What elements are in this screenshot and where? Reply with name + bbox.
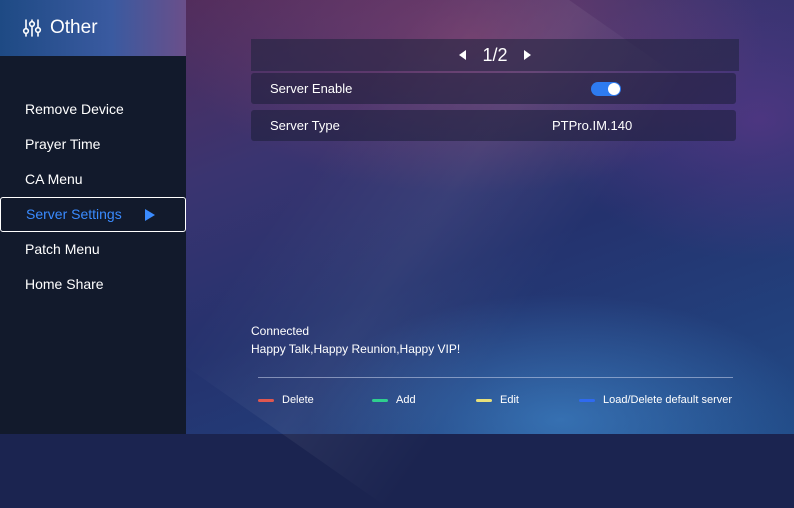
sidebar-item-label: Patch Menu [25, 241, 100, 257]
sidebar-item-label: Home Share [25, 276, 104, 292]
red-key-icon [258, 398, 274, 402]
legend-label: Add [396, 394, 416, 406]
sidebar-header: Other [0, 0, 186, 56]
connection-status: Connected Happy Talk,Happy Reunion,Happy… [251, 322, 460, 358]
server-enable-row[interactable]: Server Enable [251, 73, 736, 104]
sidebar-item-label: Remove Device [25, 101, 124, 117]
sidebar-item-prayer-time[interactable]: Prayer Time [0, 127, 186, 162]
legend-delete: Delete [258, 393, 314, 407]
legend-label: Delete [282, 394, 314, 406]
sidebar: Other Remove Device Prayer Time CA Menu … [0, 0, 186, 434]
sidebar-item-remove-device[interactable]: Remove Device [0, 92, 186, 127]
page-indicator: 1/2 [482, 44, 508, 65]
server-type-value: PTPro.IM.140 [552, 118, 633, 133]
sidebar-item-patch-menu[interactable]: Patch Menu [0, 232, 186, 267]
divider [258, 377, 733, 378]
sidebar-item-label: Prayer Time [25, 136, 101, 152]
toggle-knob [608, 83, 620, 95]
legend-add: Add [372, 393, 416, 407]
sidebar-item-label: Server Settings [26, 206, 122, 222]
sidebar-item-home-share[interactable]: Home Share [0, 267, 186, 302]
legend-label: Load/Delete default server [603, 394, 733, 406]
page-navigator: 1/2 [251, 39, 739, 71]
green-key-icon [372, 398, 388, 402]
status-line-connected: Connected [251, 324, 310, 338]
legend-edit: Edit [476, 393, 519, 407]
play-arrow-icon [145, 209, 155, 221]
sidebar-item-label: CA Menu [25, 171, 83, 187]
legend-load-delete-default: Load/Delete default server [579, 393, 732, 407]
server-enable-label: Server Enable [270, 81, 353, 96]
status-line-message: Happy Talk,Happy Reunion,Happy VIP! [251, 342, 461, 356]
server-type-label: Server Type [270, 118, 340, 133]
sidebar-title: Other [50, 17, 98, 38]
sliders-icon [22, 19, 42, 37]
sidebar-item-ca-menu[interactable]: CA Menu [0, 162, 186, 197]
previous-page-icon[interactable] [459, 50, 467, 60]
sidebar-item-server-settings[interactable]: Server Settings [0, 197, 186, 232]
next-page-icon[interactable] [523, 50, 531, 60]
server-enable-toggle[interactable] [591, 82, 621, 96]
legend-label: Edit [500, 394, 519, 406]
server-type-row[interactable]: Server Type PTPro.IM.140 [251, 110, 736, 141]
blue-key-icon [579, 398, 595, 402]
sidebar-menu: Remove Device Prayer Time CA Menu Server… [0, 92, 186, 302]
yellow-key-icon [476, 398, 492, 402]
